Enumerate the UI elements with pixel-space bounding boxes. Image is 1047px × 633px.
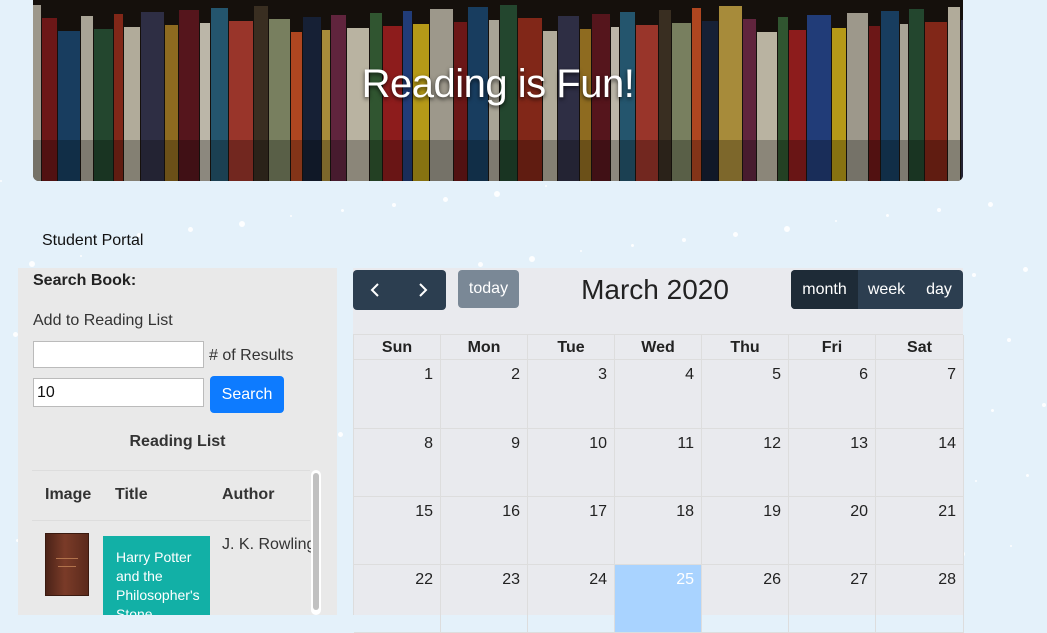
- book-cover-image: [45, 533, 89, 596]
- search-button[interactable]: Search: [210, 376, 284, 413]
- day-of-week-header: Mon: [441, 335, 528, 360]
- banner: Reading is Fun!: [33, 0, 963, 181]
- table-divider: [32, 470, 310, 471]
- student-portal-link[interactable]: Student Portal: [42, 232, 143, 250]
- day-of-week-header: Fri: [789, 335, 876, 360]
- calendar-day[interactable]: 22: [354, 565, 441, 633]
- column-header-image: Image: [45, 486, 92, 503]
- view-month-button[interactable]: month: [791, 270, 858, 309]
- calendar-nav-group: [353, 270, 446, 310]
- column-header-author: Author: [222, 486, 275, 503]
- day-of-week-header: Tue: [528, 335, 615, 360]
- calendar-day[interactable]: 20: [789, 497, 876, 565]
- calendar-day-today[interactable]: 25: [615, 565, 702, 633]
- calendar-day[interactable]: 24: [528, 565, 615, 633]
- search-input[interactable]: [33, 341, 204, 368]
- scrollbar-thumb[interactable]: [313, 473, 319, 610]
- results-count-label: # of Results: [209, 347, 294, 364]
- prev-month-button[interactable]: [353, 270, 399, 310]
- calendar-day[interactable]: 9: [441, 429, 528, 497]
- view-switcher: month week day: [791, 270, 963, 309]
- reading-list-title: Reading List: [129, 433, 226, 450]
- calendar-day[interactable]: 26: [702, 565, 789, 633]
- calendar-day[interactable]: 4: [615, 360, 702, 429]
- day-of-week-header: Wed: [615, 335, 702, 360]
- calendar-day[interactable]: 15: [354, 497, 441, 565]
- calendar-day[interactable]: 19: [702, 497, 789, 565]
- calendar-day[interactable]: 5: [702, 360, 789, 429]
- view-week-button[interactable]: week: [858, 270, 915, 309]
- add-to-reading-list-label: Add to Reading List: [33, 312, 173, 329]
- day-of-week-header: Sun: [354, 335, 441, 360]
- calendar-day[interactable]: 7: [876, 360, 964, 429]
- calendar-grid: Sun Mon Tue Wed Thu Fri Sat 1 2 3 4 5 6 7 8 9 10 11 12 13 14…: [353, 334, 964, 633]
- calendar-day[interactable]: 10: [528, 429, 615, 497]
- search-panel: Search Book: Add to Reading List # of Re…: [18, 268, 337, 615]
- day-of-week-header: Sat: [876, 335, 964, 360]
- calendar-day[interactable]: 16: [441, 497, 528, 565]
- calendar-day[interactable]: 11: [615, 429, 702, 497]
- banner-title: Reading is Fun!: [361, 62, 635, 106]
- calendar-day[interactable]: 27: [789, 565, 876, 633]
- chevron-left-icon: [370, 283, 379, 297]
- table-divider: [32, 520, 310, 521]
- search-heading: Search Book:: [33, 272, 137, 289]
- calendar-day[interactable]: 13: [789, 429, 876, 497]
- calendar-day[interactable]: 28: [876, 565, 964, 633]
- view-day-button[interactable]: day: [915, 270, 963, 309]
- today-button[interactable]: today: [458, 270, 519, 308]
- calendar-day[interactable]: 6: [789, 360, 876, 429]
- calendar: today March 2020 month week day Sun Mon Tu…: [353, 268, 964, 633]
- book-author-cell: J. K. Rowling: [222, 536, 316, 553]
- chevron-right-icon: [419, 283, 428, 297]
- calendar-day[interactable]: 3: [528, 360, 615, 429]
- next-month-button[interactable]: [399, 270, 445, 310]
- calendar-day[interactable]: 23: [441, 565, 528, 633]
- calendar-day[interactable]: 12: [702, 429, 789, 497]
- calendar-day[interactable]: 18: [615, 497, 702, 565]
- book-title-cell[interactable]: Harry Potter and the Philosopher's Stone: [103, 536, 210, 615]
- calendar-day[interactable]: 14: [876, 429, 964, 497]
- calendar-day[interactable]: 21: [876, 497, 964, 565]
- calendar-day[interactable]: 1: [354, 360, 441, 429]
- results-count-input[interactable]: [33, 378, 204, 407]
- day-of-week-header: Thu: [702, 335, 789, 360]
- calendar-day[interactable]: 8: [354, 429, 441, 497]
- calendar-title: March 2020: [581, 274, 729, 305]
- calendar-day[interactable]: 2: [441, 360, 528, 429]
- column-header-title: Title: [115, 486, 148, 503]
- calendar-day[interactable]: 17: [528, 497, 615, 565]
